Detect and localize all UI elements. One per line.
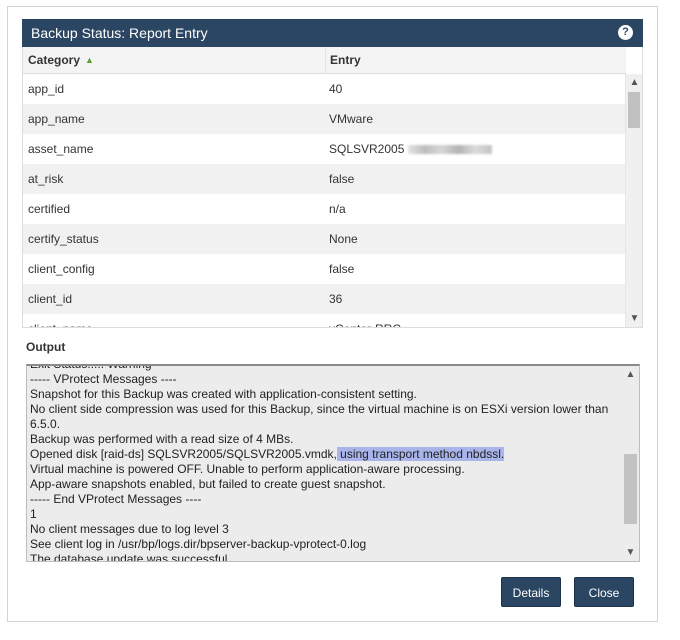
table-row[interactable]: certified n/a (23, 194, 626, 224)
cell-entry: VMware (329, 112, 374, 126)
grid-header: Category ▲ Entry (23, 47, 626, 74)
cell-entry: n/a (329, 202, 346, 216)
output-line: ----- VProtect Messages ---- (30, 372, 177, 386)
scroll-down-arrow-icon[interactable]: ▼ (622, 546, 639, 560)
output-scrollbar[interactable]: ▲ ▼ (622, 366, 639, 561)
column-header-category[interactable]: Category ▲ (28, 47, 323, 74)
sort-ascending-icon: ▲ (85, 55, 94, 65)
scroll-down-arrow-icon[interactable]: ▼ (626, 312, 642, 326)
table-row[interactable]: app_name VMware (23, 104, 626, 134)
output-line: Exit Status..... Warning (30, 364, 152, 371)
cell-category: app_id (28, 82, 65, 96)
output-line: ----- End VProtect Messages ---- (30, 492, 202, 506)
scroll-up-arrow-icon[interactable]: ▲ (622, 368, 639, 382)
cell-category: client_name (28, 314, 93, 327)
cell-entry: None (329, 232, 358, 246)
output-line-opened-disk: Opened disk [raid-ds] SQLSVR2005/SQLSVR2… (30, 447, 620, 462)
output-line: App-aware snapshots enabled, but failed … (30, 477, 386, 491)
cell-category: client_id (28, 292, 73, 306)
output-label: Output (26, 340, 66, 354)
output-line: The database update was successful (30, 552, 228, 562)
output-line: Backup was performed with a read size of… (30, 432, 294, 446)
grid-body: app_id 40 app_name VMware asset_name SQL… (23, 74, 626, 327)
output-line: 1 (30, 507, 37, 521)
table-row[interactable]: asset_name SQLSVR2005 (23, 134, 626, 164)
table-row[interactable]: app_id 40 (23, 74, 626, 104)
scroll-thumb[interactable] (624, 454, 637, 524)
output-textarea[interactable]: Exit Status..... Warning ----- VProtect … (26, 364, 640, 562)
cell-entry: vCenter-RRC (329, 314, 401, 327)
output-line: Virtual machine is powered OFF. Unable t… (30, 462, 465, 476)
scroll-thumb[interactable] (628, 92, 640, 128)
close-button[interactable]: Close (574, 577, 634, 607)
output-line-text: Opened disk [raid-ds] SQLSVR2005/SQLSVR2… (30, 447, 337, 461)
cell-category: certified (28, 202, 71, 216)
asset-name-text: SQLSVR2005 (329, 142, 405, 156)
dialog-title: Backup Status: Report Entry (31, 25, 208, 41)
redacted-ip (408, 145, 493, 155)
table-row[interactable]: client_config false (23, 254, 626, 284)
table-row[interactable]: at_risk false (23, 164, 626, 194)
grid-scrollbar[interactable]: ▲ ▼ (625, 74, 642, 327)
output-line: No client side compression was used for … (30, 402, 609, 431)
column-header-entry[interactable]: Entry (325, 47, 625, 74)
dialog-titlebar: Backup Status: Report Entry ? (22, 19, 643, 47)
cell-entry: false (329, 172, 355, 186)
question-circle-icon[interactable]: ? (618, 25, 633, 40)
cell-category: app_name (28, 112, 85, 126)
cell-entry: 40 (329, 82, 343, 96)
output-line: No client messages due to log level 3 (30, 522, 229, 536)
report-entry-grid: Category ▲ Entry app_id 40 app_name VMwar… (22, 47, 643, 328)
cell-category: asset_name (28, 142, 94, 156)
cell-category: client_config (28, 262, 95, 276)
table-row[interactable]: client_name vCenter-RRC (23, 314, 626, 327)
table-row[interactable]: certify_status None (23, 224, 626, 254)
cell-entry: 36 (329, 292, 343, 306)
selected-text-highlight: using transport method nbdssl. (336, 447, 505, 461)
cell-category: certify_status (28, 232, 99, 246)
column-header-category-label: Category (28, 53, 81, 67)
details-button[interactable]: Details (501, 577, 561, 607)
cell-entry: false (329, 262, 355, 276)
cell-category: at_risk (28, 172, 64, 186)
output-line: See client log in /usr/bp/logs.dir/bpser… (30, 537, 367, 551)
cell-entry: SQLSVR2005 (329, 134, 493, 164)
scroll-up-arrow-icon[interactable]: ▲ (626, 76, 642, 90)
output-text: Exit Status..... Warning ----- VProtect … (30, 364, 620, 562)
output-line: Snapshot for this Backup was created wit… (30, 387, 417, 401)
table-row[interactable]: client_id 36 (23, 284, 626, 314)
